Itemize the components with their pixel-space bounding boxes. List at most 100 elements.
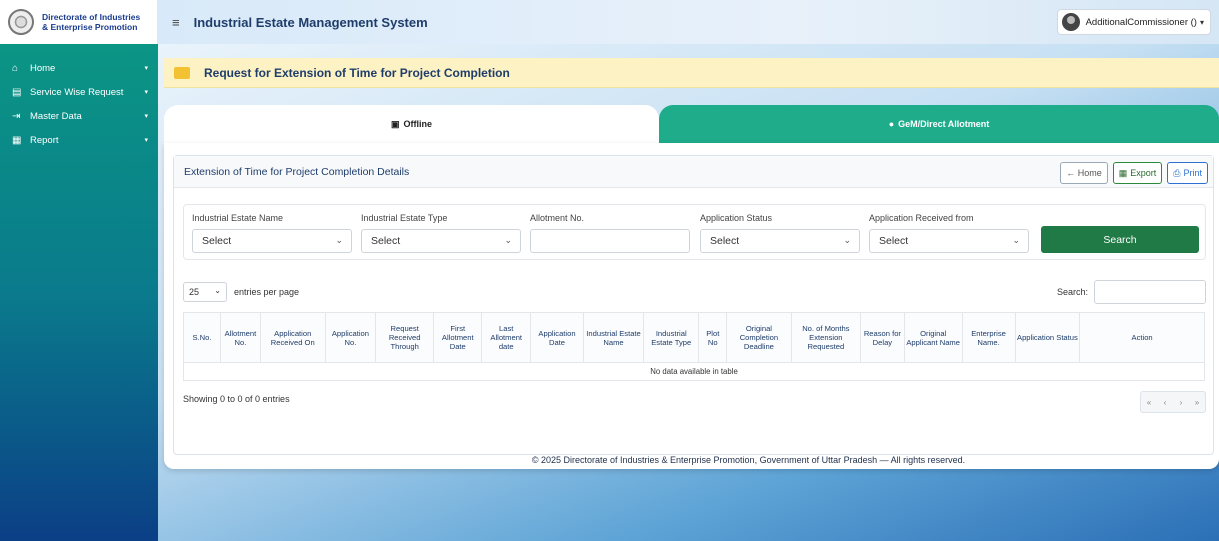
estate-type-select[interactable]: Select ⌄ — [361, 229, 521, 253]
tab-offline[interactable]: ▣ Offline — [164, 105, 659, 143]
list-icon: ▤ — [12, 86, 22, 98]
panel-header: Extension of Time for Project Completion… — [174, 156, 1213, 188]
globe-icon: ● — [888, 119, 895, 129]
chevron-down-icon: ⌄ — [843, 235, 851, 245]
received-from-label: Application Received from — [869, 213, 974, 223]
column-header[interactable]: Original Completion Deadline — [726, 312, 792, 363]
table-info: Showing 0 to 0 of 0 entries — [183, 394, 290, 404]
allotment-label: Allotment No. — [530, 213, 585, 223]
next-page-button[interactable]: › — [1173, 392, 1189, 412]
top-header: ≡ Industrial Estate Management System Ad… — [158, 0, 1219, 44]
column-header[interactable]: Allotment No. — [219, 312, 261, 363]
first-page-button[interactable]: « — [1141, 392, 1157, 412]
page-header: Request for Extension of Time for Projec… — [164, 58, 1219, 88]
column-header[interactable]: Action — [1079, 312, 1205, 363]
column-header[interactable]: No. of Months Extension Requested — [790, 312, 861, 363]
column-header[interactable]: Enterprise Name. — [961, 312, 1016, 363]
user-name: AdditionalCommissioner () — [1085, 16, 1197, 28]
column-header[interactable]: First Allotment Date — [433, 312, 483, 363]
chevron-down-icon: ⌄ — [335, 235, 343, 245]
column-header[interactable]: Plot No — [698, 312, 728, 363]
export-button[interactable]: ▦ Export — [1112, 162, 1163, 184]
caret-down-icon: ▾ — [144, 89, 148, 96]
column-header[interactable]: Reason for Delay — [859, 312, 905, 363]
brand[interactable]: Directorate of Industries & Enterprise P… — [0, 0, 158, 44]
sidebar-item-service-wise-request[interactable]: ▤ Service Wise Request ▾ — [0, 80, 158, 104]
empty-table-message: No data available in table — [183, 362, 1205, 381]
menu-toggle-icon[interactable]: ≡ — [172, 15, 180, 30]
sidebar-item-label: Service Wise Request — [30, 86, 124, 98]
home-button[interactable]: ← Home — [1060, 162, 1108, 184]
column-header[interactable]: Industrial Estate Type — [643, 312, 700, 363]
tab-label: GeM/Direct Allotment — [898, 119, 990, 129]
entries-per-page-label: entries per page — [234, 287, 300, 297]
table-search-input[interactable] — [1094, 280, 1206, 304]
emblem-logo — [8, 9, 34, 35]
data-table: S.No. Allotment No. Application Received O… — [183, 312, 1205, 381]
entries-per-page-select[interactable]: 25 ⌄ — [183, 282, 227, 302]
caret-down-icon: ▾ — [144, 113, 148, 120]
entries-per-page: 25 ⌄ entries per page — [183, 282, 299, 302]
brand-name: Directorate of Industries & Enterprise P… — [42, 12, 141, 32]
app-title: Industrial Estate Management System — [193, 14, 428, 30]
page-title: Request for Extension of Time for Projec… — [204, 65, 510, 80]
table-search: Search: — [1057, 280, 1206, 304]
file-icon: ▣ — [390, 118, 400, 129]
sidebar-item-label: Home — [30, 62, 56, 74]
column-header[interactable]: S.No. — [183, 312, 221, 363]
avatar — [1061, 13, 1080, 31]
caret-down-icon: ▾ — [144, 137, 148, 144]
sidebar-item-label: Master Data — [30, 110, 82, 122]
search-button[interactable]: Search — [1041, 226, 1199, 253]
column-header[interactable]: Application Received On — [259, 312, 326, 363]
pagination: «‹ ›» — [1140, 391, 1206, 413]
details-panel: Extension of Time for Project Completion… — [173, 155, 1214, 455]
sidebar-item-home[interactable]: ⌂ Home ▾ — [0, 56, 158, 80]
allotment-input[interactable] — [530, 229, 690, 253]
table-row: No data available in table — [183, 362, 1205, 381]
folder-icon — [174, 66, 190, 79]
chevron-down-icon: ⌄ — [1012, 235, 1020, 245]
database-icon: ⇥ — [12, 110, 21, 122]
panel-actions: ← Home ▦ Export ⎙ Print — [1060, 162, 1208, 184]
column-header[interactable]: Last Allotment date — [481, 312, 531, 363]
sidebar-item-label: Report — [30, 134, 59, 146]
column-header[interactable]: Industrial Estate Name — [583, 312, 645, 363]
estate-name-select[interactable]: Select ⌄ — [192, 229, 352, 253]
sidebar-nav: ⌂ Home ▾ ▤ Service Wise Request ▾ ⇥ Mast… — [0, 44, 158, 152]
table-search-label: Search: — [1056, 287, 1088, 297]
tab-bar: ▣ Offline ● GeM/Direct Allotment — [164, 105, 1219, 143]
content-card: Extension of Time for Project Completion… — [164, 143, 1219, 469]
status-label: Application Status — [700, 213, 773, 223]
column-header[interactable]: Application Date — [529, 312, 585, 363]
chevron-down-icon: ⌄ — [504, 235, 512, 245]
tab-gem-direct-allotment[interactable]: ● GeM/Direct Allotment — [659, 105, 1219, 143]
status-select[interactable]: Select ⌄ — [700, 229, 860, 253]
footer: © 2025 Directorate of Industries & Enter… — [531, 455, 966, 465]
table-header-row: S.No. Allotment No. Application Received O… — [183, 312, 1205, 363]
print-button[interactable]: ⎙ Print — [1167, 162, 1208, 184]
home-icon: ⌂ — [12, 62, 19, 74]
table-icon: ▦ — [1118, 167, 1128, 178]
previous-page-button[interactable]: ‹ — [1157, 392, 1173, 412]
column-header[interactable]: Request Received Through — [375, 312, 435, 363]
user-menu[interactable]: AdditionalCommissioner () ▾ — [1056, 9, 1211, 35]
sidebar: Directorate of Industries & Enterprise P… — [0, 0, 158, 541]
caret-down-icon: ▾ — [144, 65, 148, 72]
panel-title: Extension of Time for Project Completion… — [184, 165, 410, 178]
last-page-button[interactable]: » — [1189, 392, 1205, 412]
chevron-down-icon: ⌄ — [214, 286, 221, 295]
column-header[interactable]: Application Status — [1014, 312, 1081, 363]
tab-label: Offline — [403, 119, 433, 129]
column-header[interactable]: Application No. — [324, 312, 377, 363]
sidebar-item-report[interactable]: ▦ Report ▾ — [0, 128, 158, 152]
received-from-select[interactable]: Select ⌄ — [869, 229, 1029, 253]
column-header[interactable]: Original Applicant Name — [903, 312, 963, 363]
estate-type-label: Industrial Estate Type — [361, 213, 448, 223]
report-icon: ▦ — [12, 134, 22, 146]
sidebar-item-master-data[interactable]: ⇥ Master Data ▾ — [0, 104, 158, 128]
main-content: Request for Extension of Time for Projec… — [158, 44, 1219, 541]
estate-name-label: Industrial Estate Name — [192, 213, 284, 223]
filter-form: Industrial Estate Name Select ⌄ Industri… — [183, 204, 1206, 260]
caret-down-icon: ▾ — [1199, 17, 1204, 27]
